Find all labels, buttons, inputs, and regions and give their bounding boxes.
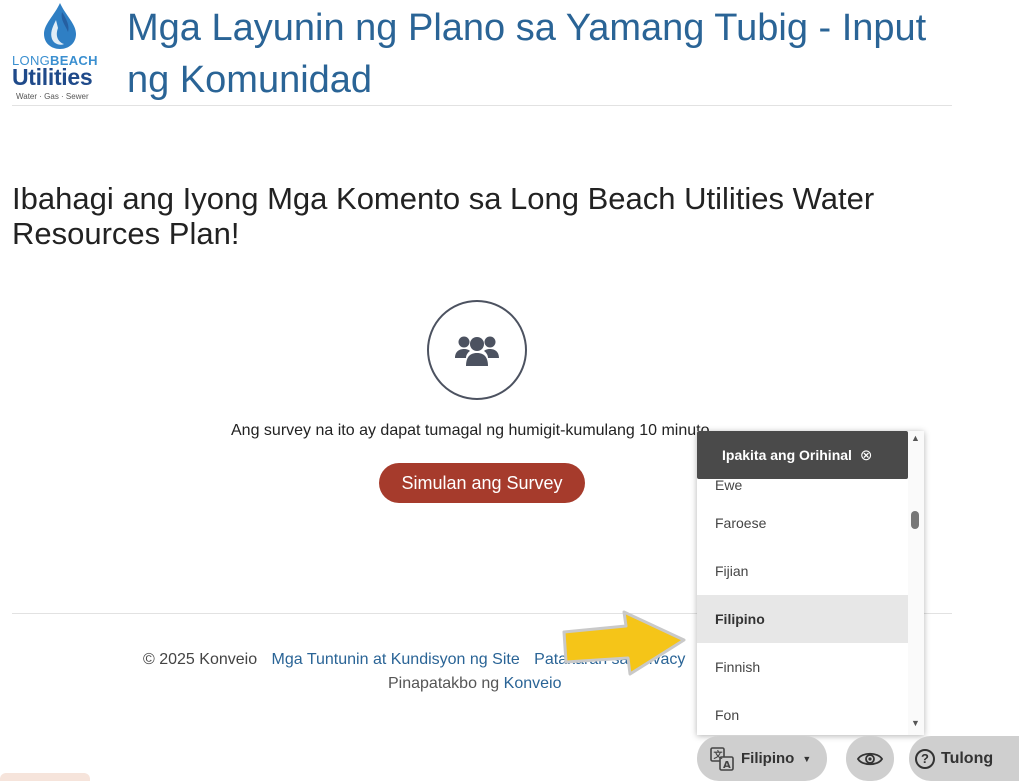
survey-headline: Ibahagi ang Iyong Mga Komento sa Long Be… [12,181,875,251]
language-selector-button[interactable]: 文 A Filipino ▼ [697,736,827,781]
language-dropdown[interactable]: Ewe Faroese Fijian Filipino Finnish Fon … [697,431,924,735]
scroll-down-icon[interactable]: ▼ [911,718,920,728]
translate-icon: 文 A [710,746,734,771]
long-beach-utilities-logo[interactable]: LONGBEACH Utilities Water · Gas · Sewer [12,2,110,102]
language-option-selected[interactable]: Filipino [697,595,908,643]
page-header: LONGBEACH Utilities Water · Gas · Sewer … [12,0,952,106]
powered-by-label: Pinapatakbo ng [388,675,500,692]
language-option[interactable]: Faroese [697,499,908,547]
survey-duration-text: Ang survey na ito ay dapat tumagal ng hu… [231,422,714,439]
copyright-text: © 2025 Konveio [143,651,258,668]
pointer-arrow-icon [562,610,686,676]
language-button-label: Filipino [741,750,795,767]
logo-text-main: Utilities [12,64,93,90]
show-original-label: Ipakita ang Orihinal [722,447,852,463]
terms-link[interactable]: Mga Tuntunin at Kundisyon ng Site [272,651,520,668]
start-survey-button[interactable]: Simulan ang Survey [379,463,585,503]
corner-tab[interactable] [0,773,90,781]
scroll-thumb[interactable] [911,511,919,529]
language-option[interactable]: Finnish [697,643,908,691]
help-button[interactable]: ? Tulong [909,736,1019,781]
dropdown-scrollbar[interactable]: ▲ ▼ [908,431,924,735]
page-title: Mga Layunin ng Plano sa Yamang Tubig - I… [127,7,927,101]
svg-text:文: 文 [713,749,724,761]
powered-by: Pinapatakbo ng Konveio [388,675,561,693]
show-original-button[interactable]: Ipakita ang Orihinal ⊗ [697,431,908,479]
eye-icon [857,752,883,765]
caret-down-icon: ▼ [802,753,812,764]
logo-text-sub: Water · Gas · Sewer [16,92,89,101]
water-drop-icon [44,3,76,49]
question-icon: ? [915,748,935,769]
language-option[interactable]: Fon [697,691,908,735]
svg-text:A: A [723,760,731,771]
language-option[interactable]: Fijian [697,547,908,595]
close-circle-icon: ⊗ [859,447,873,464]
language-list[interactable]: Ewe Faroese Fijian Filipino Finnish Fon [697,475,908,735]
visibility-toggle-button[interactable] [846,736,894,781]
konveio-link[interactable]: Konveio [504,675,562,692]
scroll-up-icon[interactable]: ▲ [911,433,920,443]
help-button-label: Tulong [941,749,994,767]
users-group-icon [427,300,527,400]
